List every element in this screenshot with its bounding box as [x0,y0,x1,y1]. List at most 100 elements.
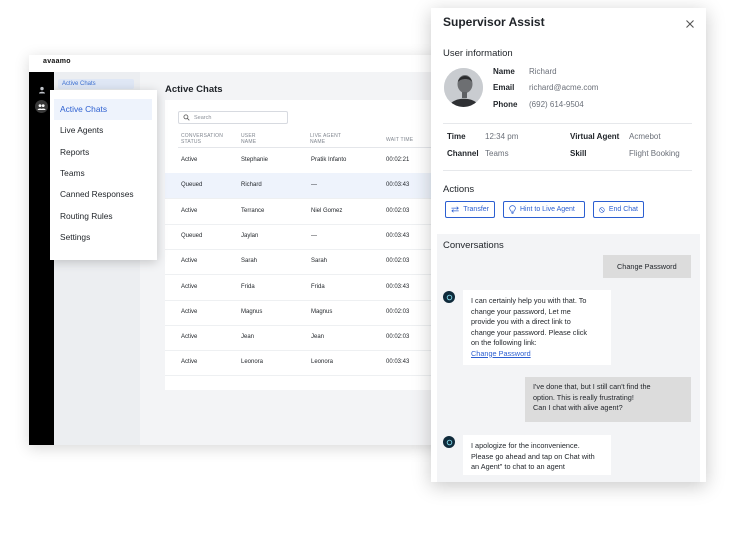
table-row[interactable]: Queued Richard — 00:03:43 [165,173,454,200]
block-icon [599,206,605,213]
cell-agent-name: — [311,232,317,239]
table-row[interactable]: Active Magnus Magnus 00:02:03 [165,300,454,326]
cell-status: Active [181,359,198,366]
divider [443,123,692,124]
time-label: Time [447,132,466,141]
message-line: change your password. Please click [471,327,587,337]
menu-item-reports[interactable]: Reports [54,142,152,163]
table-row[interactable]: Active Frida Frida 00:03:43 [165,275,454,301]
subnav-item-active-chats[interactable]: Active Chats [58,79,134,89]
users-group-icon[interactable] [35,100,48,113]
col-wait[interactable]: WAIT TIME [386,137,426,143]
hint-to-live-agent-button[interactable]: Hint to Live Agent [503,201,585,218]
bot-message: I can certainly help you with that. To ch… [463,290,611,365]
user-message: Change Password [603,255,691,278]
cell-wait-time: 00:02:03 [386,207,410,214]
menu-item-live-agents[interactable]: Live Agents [54,120,152,141]
message-line: I apologize for the inconvenience. [471,441,580,450]
hint-label: Hint to Live Agent [520,206,575,213]
panel-title: Supervisor Assist [443,15,545,29]
user-message: I've done that, but I still can't find t… [525,377,691,422]
phone-label: Phone [493,100,518,109]
cell-user-name: Terrance [241,207,265,214]
avatar [444,68,483,107]
cell-user-name: Leonora [241,359,264,366]
cell-user-name: Stephanie [241,157,269,163]
col-user[interactable]: USER NAME [241,133,271,145]
cell-wait-time: 00:03:43 [386,182,410,189]
divider [443,170,692,171]
table-row[interactable]: Active Stephanie Pratik Infanto 00:02:21 [165,148,454,174]
table-row[interactable]: Active Leonora Leonora 00:03:43 [165,350,454,377]
end-chat-label: End Chat [608,206,638,213]
skill-label: Skill [570,149,587,158]
message-line: option. This is really frustrating! [533,392,634,402]
menu-item-teams[interactable]: Teams [54,163,152,184]
virtual-agent-label: Virtual Agent [570,132,620,141]
cell-wait-time: 00:03:43 [386,232,410,239]
email-value: richard@acme.com [529,83,599,92]
conversations-title: Conversations [443,240,504,251]
cell-wait-time: 00:02:03 [386,258,410,265]
table-row[interactable]: Active Jean Jean 00:02:03 [165,325,454,352]
menu-item-settings[interactable]: Settings [54,227,152,248]
cell-status: Active [181,207,198,214]
cell-wait-time: 00:02:21 [386,157,410,163]
cell-agent-name: Pratik Infanto [311,157,347,163]
bot-avatar-icon [443,291,455,303]
cell-status: Active [181,334,198,341]
lightbulb-icon [509,205,516,214]
conversation-area: Conversations Change Password I can cert… [437,234,700,482]
brand-logo: avaamo [43,58,71,65]
cell-status: Queued [181,182,203,189]
virtual-agent-value: Acmebot [629,132,661,141]
cell-user-name: Jean [241,334,255,341]
close-icon[interactable] [683,17,697,31]
menu-item-canned-responses[interactable]: Canned Responses [54,184,152,205]
cell-agent-name: Sarah [311,258,328,265]
email-label: Email [493,83,515,92]
message-line: Please go ahead and tap on Chat with [471,451,595,461]
transfer-button[interactable]: Transfer [445,201,495,218]
col-agent[interactable]: LIVE AGENT NAME [310,133,354,145]
skill-value: Flight Booking [629,149,680,158]
table-header: CONVERSATION STATUS USER NAME LIVE AGENT… [178,133,454,148]
cell-user-name: Sarah [241,258,258,265]
page-title: Active Chats [165,84,223,95]
navigation-menu: Active Chats Live Agents Reports Teams Canne… [50,90,157,260]
cell-wait-time: 00:03:43 [386,283,410,290]
chats-table-card: Search CONVERSATION STATUS USER NAME LIV… [165,100,454,390]
menu-item-routing-rules[interactable]: Routing Rules [54,206,152,227]
search-placeholder: Search [194,114,212,121]
cell-agent-name: Jean [311,334,325,341]
name-label: Name [493,67,515,76]
bot-message: I apologize for the inconvenience. Please… [463,435,611,475]
end-chat-button[interactable]: End Chat [593,201,644,218]
cell-agent-name: Niel Gomez [311,207,343,214]
cell-status: Active [181,258,198,265]
message-line: I can certainly help you with that. To [471,296,587,305]
table-row[interactable]: Active Terrance Niel Gomez 00:02:03 [165,199,454,225]
cell-status: Active [181,157,198,163]
change-password-link[interactable]: Change Password [471,349,603,360]
message-line: on the following link: [471,338,537,347]
message-line: provide you with a direct link to [471,317,571,326]
supervisor-assist-panel: Supervisor Assist User information Name … [431,8,706,482]
bot-avatar-icon [443,436,455,448]
user-icon[interactable] [35,83,48,96]
cell-wait-time: 00:02:03 [386,308,410,315]
cell-user-name: Magnus [241,308,263,315]
transfer-icon [451,206,459,213]
search-icon [183,114,190,121]
cell-agent-name: Leonora [311,359,334,366]
message-line: I've done that, but I still can't find t… [533,382,651,391]
col-status[interactable]: CONVERSATION STATUS [181,133,229,145]
message-text: Change Password [617,262,677,271]
search-field[interactable]: Search [178,111,288,124]
cell-agent-name: Frida [311,283,325,290]
message-line: Can I chat with alive agent? [533,403,623,412]
table-row[interactable]: Active Sarah Sarah 00:02:03 [165,249,454,276]
table-row[interactable]: Queued Jaylan — 00:03:43 [165,224,454,250]
menu-item-active-chats[interactable]: Active Chats [54,99,152,120]
transfer-label: Transfer [463,206,489,213]
